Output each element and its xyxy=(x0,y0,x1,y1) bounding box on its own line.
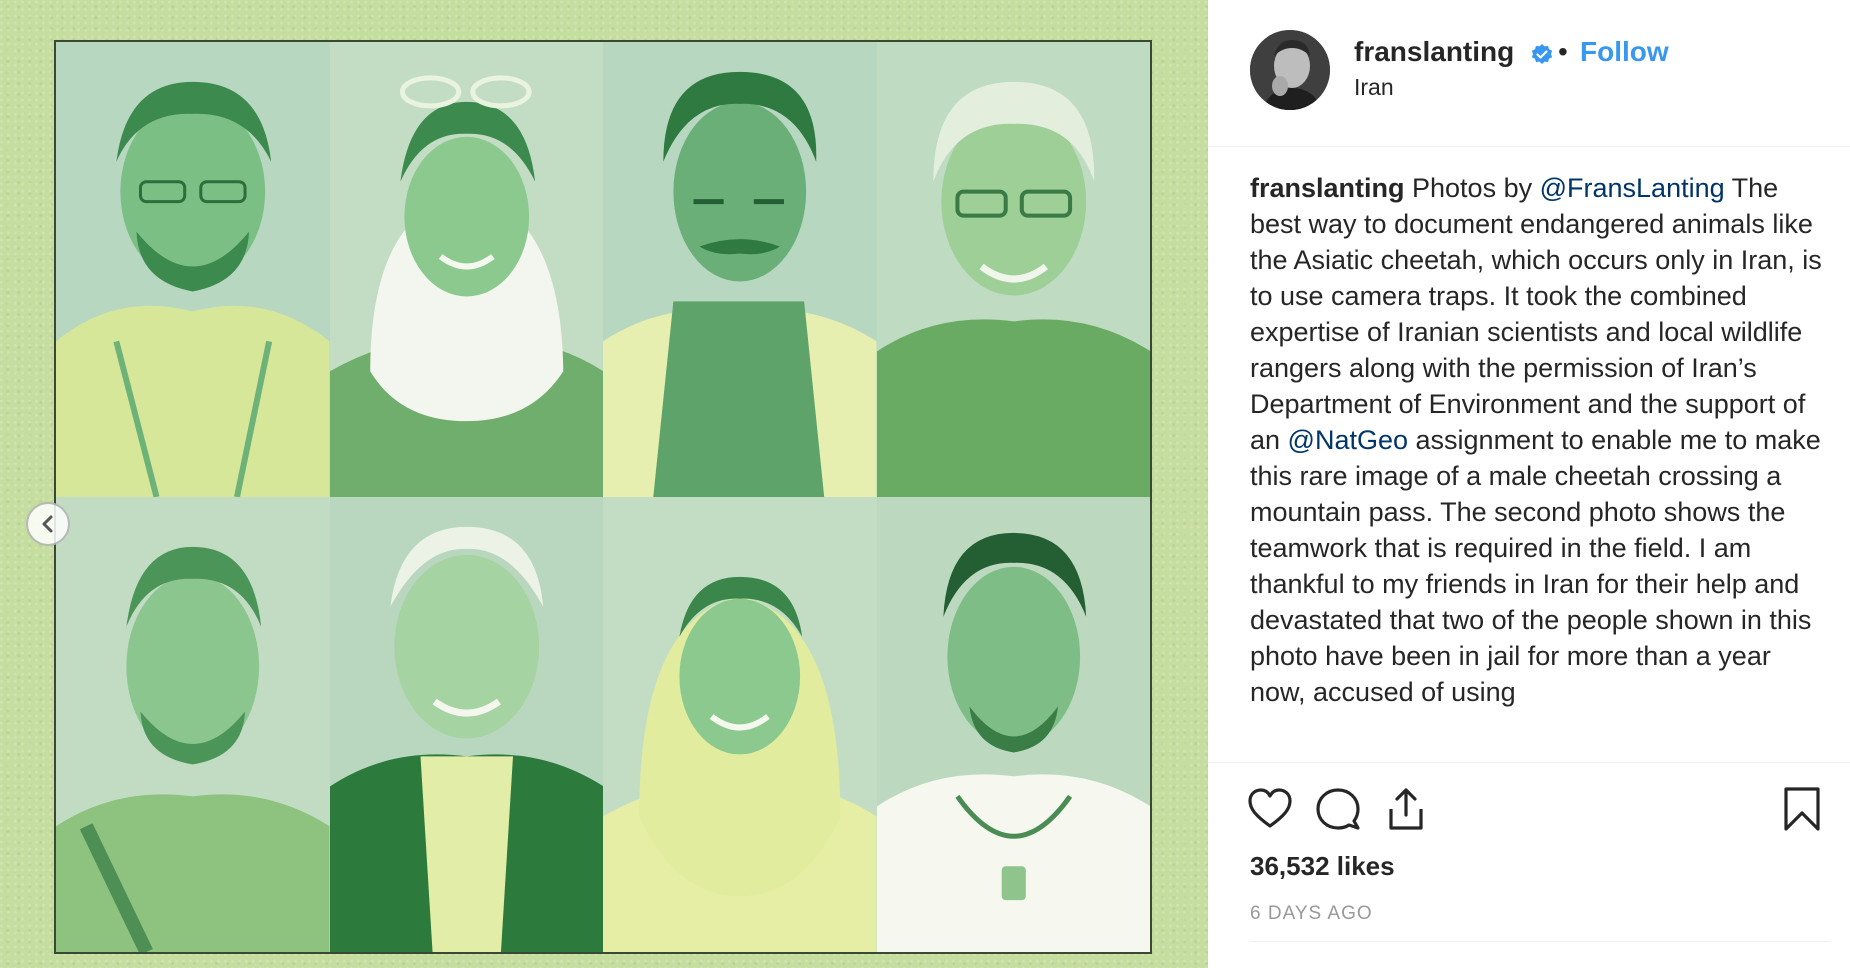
post-media[interactable] xyxy=(0,0,1208,968)
post-side-panel: franslanting • Follow Iran franslanting … xyxy=(1208,0,1850,968)
portrait-6 xyxy=(329,497,603,952)
bookmark-icon[interactable] xyxy=(1778,785,1826,833)
instagram-post-page: franslanting • Follow Iran franslanting … xyxy=(0,0,1850,968)
caption-text-2: The best way to document endangered anim… xyxy=(1250,173,1822,455)
post-caption: franslanting Photos by @FransLanting The… xyxy=(1250,170,1830,750)
portrait-1 xyxy=(56,42,330,497)
portrait-4 xyxy=(876,42,1150,497)
portrait-5 xyxy=(56,497,330,952)
likes-count[interactable]: 36,532 likes xyxy=(1250,851,1395,882)
carousel-prev-button[interactable] xyxy=(26,502,70,546)
comment-icon[interactable] xyxy=(1314,785,1362,833)
portrait-3 xyxy=(603,42,877,497)
location-link[interactable]: Iran xyxy=(1354,74,1394,101)
mention-franslanting-link[interactable]: @FransLanting xyxy=(1540,173,1725,203)
portrait-grid-image xyxy=(54,40,1152,954)
mention-natgeo-link[interactable]: @NatGeo xyxy=(1288,425,1408,455)
verified-badge-icon xyxy=(1531,44,1553,64)
separator-dot: • xyxy=(1558,36,1568,67)
post-timestamp[interactable]: 6 DAYS AGO xyxy=(1250,903,1373,925)
portrait-2 xyxy=(329,42,603,497)
caption-text-1: Photos by xyxy=(1404,173,1540,203)
heart-icon[interactable] xyxy=(1246,785,1294,833)
follow-button[interactable]: Follow xyxy=(1580,36,1669,68)
caption-author-link[interactable]: franslanting xyxy=(1250,173,1405,203)
share-icon[interactable] xyxy=(1382,785,1430,833)
chevron-left-icon xyxy=(42,515,53,533)
username-link[interactable]: franslanting xyxy=(1354,36,1514,68)
post-header: franslanting • Follow Iran xyxy=(1208,0,1850,147)
avatar-portrait xyxy=(1250,30,1330,110)
caption-text-3: assignment to enable me to make this rar… xyxy=(1250,425,1821,707)
divider xyxy=(1250,941,1830,942)
avatar[interactable] xyxy=(1250,30,1330,110)
portrait-8 xyxy=(876,497,1150,952)
portrait-7 xyxy=(603,497,877,952)
post-actions: 36,532 likes 6 DAYS AGO xyxy=(1208,762,1850,968)
